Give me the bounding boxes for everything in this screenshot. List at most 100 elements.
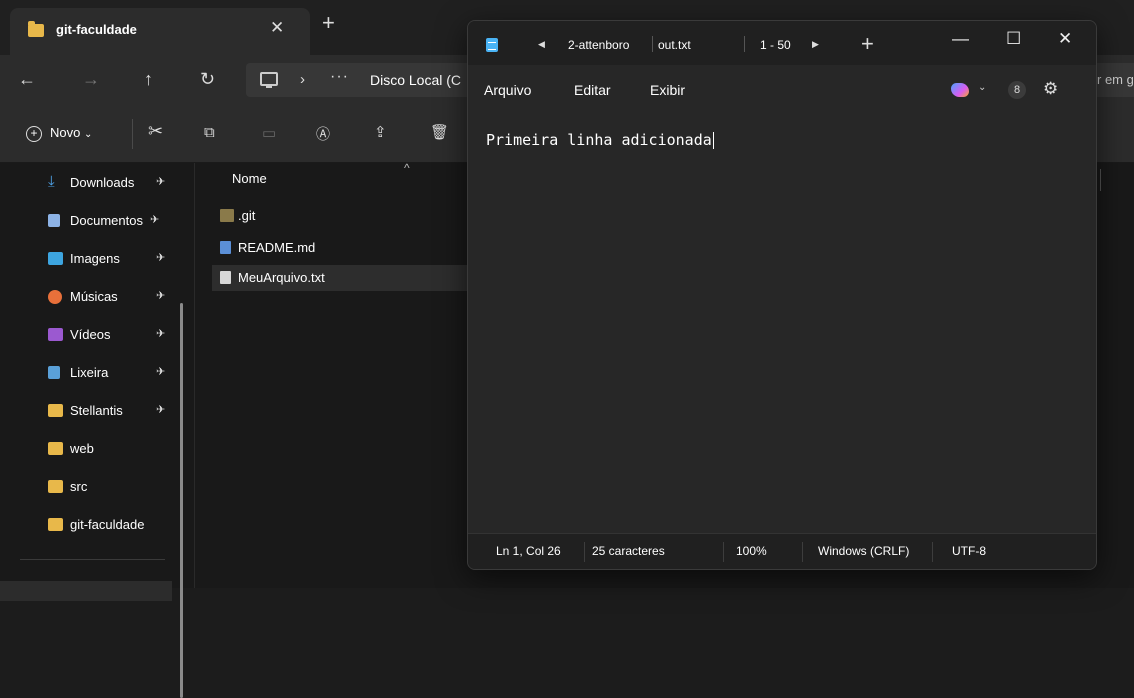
tab-scroll-right-button[interactable]: ▶ [812,39,819,50]
tab-attenborough[interactable]: 2-attenboro [568,38,652,52]
new-button[interactable]: + Novo ⌄ [26,125,92,142]
sidebar-item-label: web [70,441,94,456]
menu-editar[interactable]: Editar [574,82,611,98]
refresh-button[interactable]: ↻ [200,69,215,90]
forward-button[interactable]: → [82,69,100,90]
sidebar-scrollbar[interactable] [180,303,183,698]
sidebar-item-label: Stellantis [70,403,123,418]
folder-icon [48,404,63,417]
maximize-button[interactable]: ☐ [1006,29,1021,49]
computer-icon [260,72,278,88]
notepad-status-bar: Ln 1, Col 26 25 caracteres 100% Windows … [468,533,1096,569]
tab-divider [744,36,745,52]
recycle-bin-icon [48,366,60,379]
cut-icon[interactable]: ✂ [148,121,163,142]
sidebar-item-label: src [70,479,88,494]
menu-exibir[interactable]: Exibir [650,82,685,98]
copilot-icon[interactable] [951,83,969,97]
text-caret [712,132,714,149]
file-row-git[interactable]: .git [212,203,502,229]
status-divider [932,542,933,562]
notepad-menu-bar: Arquivo Editar Exibir ⌄ 8 ⚙ [468,65,1096,113]
sort-ascending-icon: ^ [404,161,410,175]
status-encoding[interactable]: UTF-8 [952,544,986,558]
folder-icon [48,442,63,455]
profile-icon[interactable]: 8 [1008,81,1026,99]
chevron-down-icon: ⌄ [83,129,93,140]
plus-circle-icon: + [26,126,42,142]
settings-gear-icon[interactable]: ⚙ [1043,79,1058,99]
sidebar-item-partial[interactable] [0,581,172,601]
minimize-button[interactable]: — [952,29,969,49]
sidebar-item-label: Vídeos [70,327,111,342]
folder-icon [48,518,63,531]
menu-arquivo[interactable]: Arquivo [484,82,531,98]
document-text[interactable]: Primeira linha adicionada [486,131,714,149]
column-divider[interactable] [1100,169,1101,191]
file-name: .git [238,208,256,223]
close-tab-icon[interactable]: ✕ [270,18,284,38]
delete-icon[interactable]: 🗑 [430,123,449,141]
paste-icon[interactable]: ▭ [262,124,276,142]
breadcrumb-path[interactable]: Disco Local (C [370,72,461,88]
command-divider [132,119,133,149]
share-icon[interactable]: ⇪ [374,123,387,141]
status-cursor-position: Ln 1, Col 26 [496,544,561,558]
status-zoom[interactable]: 100% [736,544,767,558]
copilot-chevron-down-icon[interactable]: ⌄ [978,82,986,93]
pin-icon: ✈ [156,404,166,416]
sidebar-item-label: Músicas [70,289,118,304]
tab-count[interactable]: 1 - 50 [760,38,791,52]
status-divider [723,542,724,562]
download-arrow-icon: ⤓ [48,173,55,190]
folder-icon [48,480,63,493]
pin-icon: ✈ [156,252,166,264]
file-name: README.md [238,240,316,255]
explorer-tab[interactable]: git-faculdade ✕ [10,8,310,55]
notepad-title-bar: ◀ 2-attenboro out.txt 1 - 50 ▶ + — ☐ ✕ [468,21,1096,65]
pin-icon: ✈ [156,176,166,188]
tab-out-txt[interactable]: out.txt [658,38,691,52]
new-button-label: Novo [50,125,81,140]
sidebar-item-label: Documentos [70,213,143,228]
image-icon [48,252,63,265]
sidebar-item-label: Downloads [70,175,135,190]
explorer-sidebar: ⤓ Downloads ✈ Documentos ✈ Imagens ✈ Mús… [0,163,195,698]
rename-icon[interactable]: Ⓐ [316,124,330,144]
notepad-window: ◀ 2-attenboro out.txt 1 - 50 ▶ + — ☐ ✕ A… [467,20,1097,570]
new-tab-button[interactable]: + [322,12,335,34]
folder-icon [28,21,44,37]
document-line: Primeira linha adicionada [486,131,712,149]
status-char-count: 25 caracteres [592,544,665,558]
explorer-tab-title: git-faculdade [56,22,137,37]
file-row-meuarquivo[interactable]: MeuArquivo.txt [212,265,502,291]
text-file-icon [220,271,231,284]
tab-divider [652,36,653,52]
up-button[interactable]: ↑ [144,69,153,90]
copy-icon[interactable]: ⧉ [204,124,215,141]
video-icon [48,328,63,341]
sidebar-splitter[interactable] [194,163,195,588]
music-icon [48,290,62,304]
search-placeholder: r em g [1097,72,1134,87]
column-header-name[interactable]: Nome [232,171,267,186]
status-line-endings[interactable]: Windows (CRLF) [818,544,909,558]
breadcrumb-more-button[interactable]: ··· [330,68,349,86]
tab-scroll-left-button[interactable]: ◀ [538,39,545,50]
close-button[interactable]: ✕ [1058,29,1072,49]
new-tab-button[interactable]: + [861,31,874,57]
address-bar[interactable]: › ··· Disco Local (C [246,63,476,97]
sidebar-item-label: git-faculdade [70,517,145,532]
pin-icon: ✈ [156,328,166,340]
sidebar-divider [20,559,165,560]
file-name: MeuArquivo.txt [238,270,325,285]
pin-icon: ✈ [156,366,166,378]
file-row-readme[interactable]: README.md [212,235,502,261]
notepad-text-area[interactable]: Primeira linha adicionada [468,113,1096,533]
back-button[interactable]: ← [18,69,36,90]
pin-icon: ✈ [150,214,160,226]
folder-icon [220,209,234,222]
sidebar-item-label: Lixeira [70,365,109,380]
document-icon [48,214,60,227]
status-divider [584,542,585,562]
